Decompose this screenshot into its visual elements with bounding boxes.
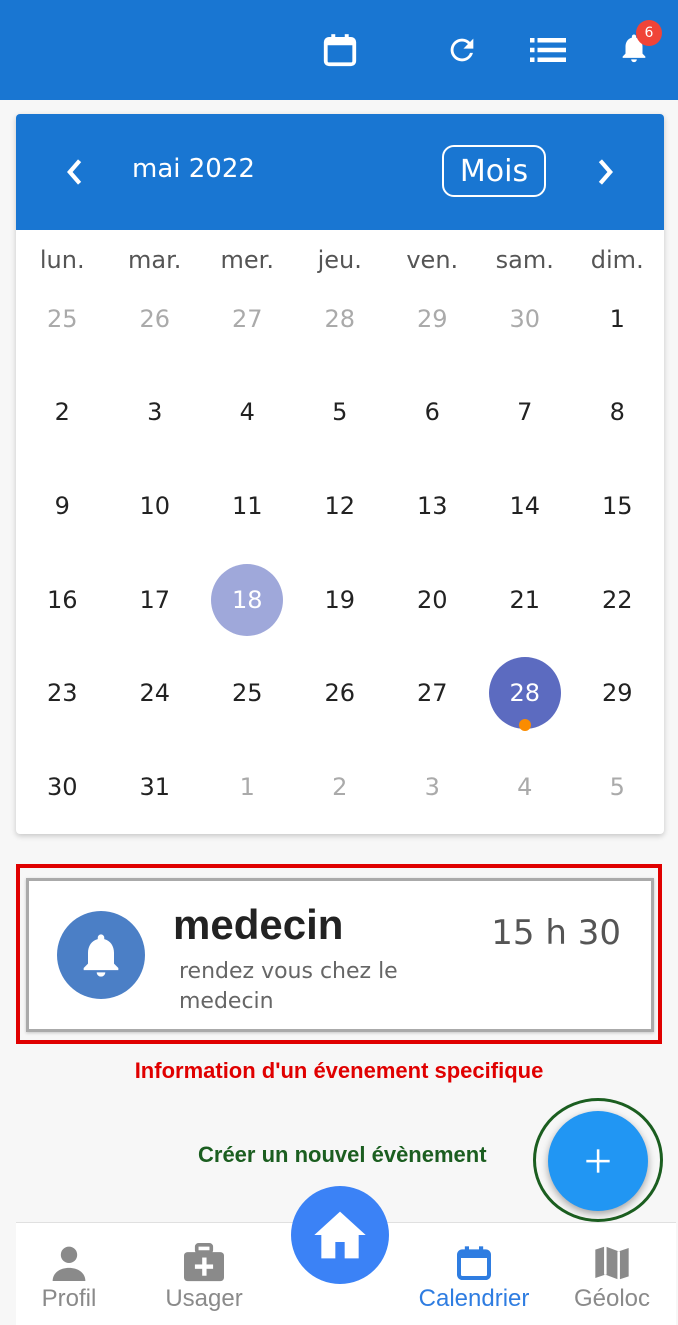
calendar-day[interactable]: 4 [201, 366, 294, 460]
person-icon [49, 1243, 89, 1283]
calendar-day[interactable]: 24 [109, 646, 202, 740]
tab-label: Calendrier [418, 1285, 530, 1312]
tab-calendrier[interactable]: Calendrier [406, 1223, 542, 1325]
calendar-day[interactable]: 16 [16, 553, 109, 647]
calendar-day[interactable]: 5 [571, 740, 664, 834]
plus-icon [586, 1149, 610, 1173]
calendar-day[interactable]: 11 [201, 459, 294, 553]
calendar-day[interactable]: 21 [479, 553, 572, 647]
calendar-week: 30 31 1 2 3 4 5 [16, 740, 664, 834]
home-icon [314, 1211, 366, 1259]
calendar-week: 16 17 18 19 20 21 22 [16, 553, 664, 647]
calendar-day[interactable]: 22 [571, 553, 664, 647]
calendar-day[interactable]: 15 [571, 459, 664, 553]
calendar-week: 2 3 4 5 6 7 8 [16, 366, 664, 460]
tab-label: Profil [41, 1285, 97, 1312]
calendar-day[interactable]: 1 [571, 272, 664, 366]
calendar-icon[interactable] [318, 28, 362, 72]
calendar-card: mai 2022 Mois lun. mar. mer. jeu. ven. s… [16, 114, 664, 834]
calendar-day[interactable]: 29 [386, 272, 479, 366]
calendar-day[interactable]: 30 [16, 740, 109, 834]
calendar-icon [454, 1243, 494, 1283]
calendar-day[interactable]: 27 [386, 646, 479, 740]
calendar-day[interactable]: 30 [479, 272, 572, 366]
event-indicator-dot [518, 719, 531, 732]
calendar-day[interactable]: 2 [16, 366, 109, 460]
calendar-day[interactable]: 13 [386, 459, 479, 553]
calendar-day[interactable]: 12 [294, 459, 387, 553]
refresh-icon[interactable] [440, 28, 484, 72]
app-header: 6 [0, 0, 678, 100]
calendar-week: 25 26 27 28 29 30 1 [16, 272, 664, 366]
calendar-day[interactable]: 27 [201, 272, 294, 366]
chevron-left-icon [67, 159, 82, 185]
calendar-day[interactable]: 29 [571, 646, 664, 740]
calendar-day[interactable]: 9 [16, 459, 109, 553]
previous-month-button[interactable] [50, 148, 98, 196]
calendar-day[interactable]: 26 [294, 646, 387, 740]
calendar-day[interactable]: 4 [479, 740, 572, 834]
event-time: 15 h 30 [491, 913, 621, 953]
calendar-day[interactable]: 7 [479, 366, 572, 460]
calendar-day[interactable]: 26 [109, 272, 202, 366]
calendar-day-today[interactable]: 28 [479, 646, 572, 740]
tab-label: Géoloc [573, 1285, 651, 1312]
calendar-day[interactable]: 3 [386, 740, 479, 834]
calendar-grid: 25 26 27 28 29 30 1 2 3 4 5 6 7 8 9 10 1… [16, 272, 664, 834]
tab-profil[interactable]: Profil [24, 1223, 114, 1325]
calendar-day[interactable]: 6 [386, 366, 479, 460]
chevron-right-icon [598, 159, 613, 185]
home-button[interactable] [291, 1186, 389, 1284]
calendar-day[interactable]: 20 [386, 553, 479, 647]
calendar-day[interactable]: 25 [201, 646, 294, 740]
calendar-day[interactable]: 31 [109, 740, 202, 834]
calendar-day[interactable]: 10 [109, 459, 202, 553]
calendar-day[interactable]: 14 [479, 459, 572, 553]
calendar-day[interactable]: 5 [294, 366, 387, 460]
calendar-day[interactable]: 25 [16, 272, 109, 366]
calendar-day[interactable]: 2 [294, 740, 387, 834]
calendar-day-selected[interactable]: 18 [201, 553, 294, 647]
new-event-annotation-label: Créer un nouvel évènement [198, 1142, 487, 1167]
next-month-button[interactable] [582, 148, 630, 196]
list-icon[interactable] [526, 28, 570, 72]
calendar-week: 9 10 11 12 13 14 15 [16, 459, 664, 553]
bell-icon [57, 911, 145, 999]
event-annotation-label: Information d'un évenement specifique [134, 1058, 544, 1083]
calendar-day[interactable]: 28 [294, 272, 387, 366]
add-event-button[interactable] [548, 1111, 648, 1211]
notifications-button[interactable]: 6 [612, 20, 662, 72]
calendar-week: 23 24 25 26 27 28 29 [16, 646, 664, 740]
tab-geoloc[interactable]: Géoloc [564, 1223, 660, 1325]
event-card[interactable]: medecin rendez vous chez le medecin 15 h… [26, 878, 654, 1032]
calendar-day[interactable]: 8 [571, 366, 664, 460]
medical-kit-icon [182, 1243, 226, 1283]
calendar-day[interactable]: 3 [109, 366, 202, 460]
tab-usager[interactable]: Usager [154, 1223, 254, 1325]
calendar-day[interactable]: 19 [294, 553, 387, 647]
map-icon [592, 1243, 632, 1283]
calendar-day[interactable]: 23 [16, 646, 109, 740]
month-label: mai 2022 [132, 154, 255, 184]
calendar-day[interactable]: 1 [201, 740, 294, 834]
view-mode-button[interactable]: Mois [442, 145, 546, 197]
event-title: medecin [173, 901, 344, 948]
event-description: rendez vous chez le medecin [179, 959, 398, 1014]
notification-badge: 6 [636, 20, 662, 46]
calendar-header: mai 2022 Mois [16, 114, 664, 230]
tab-label: Usager [165, 1285, 243, 1312]
calendar-day[interactable]: 17 [109, 553, 202, 647]
